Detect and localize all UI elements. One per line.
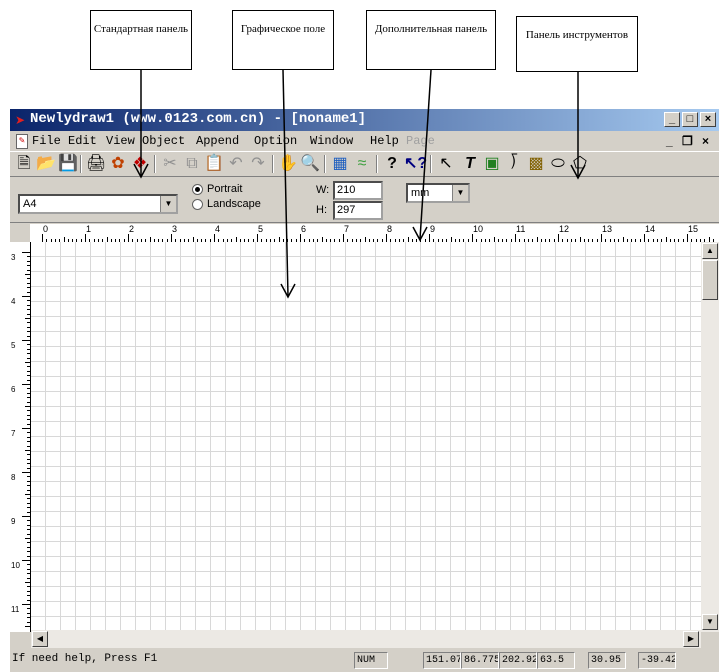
arrow-graphic-field: [282, 69, 289, 297]
callout-arrows: [133, 69, 586, 299]
arrow-additional-panel: [419, 69, 432, 240]
